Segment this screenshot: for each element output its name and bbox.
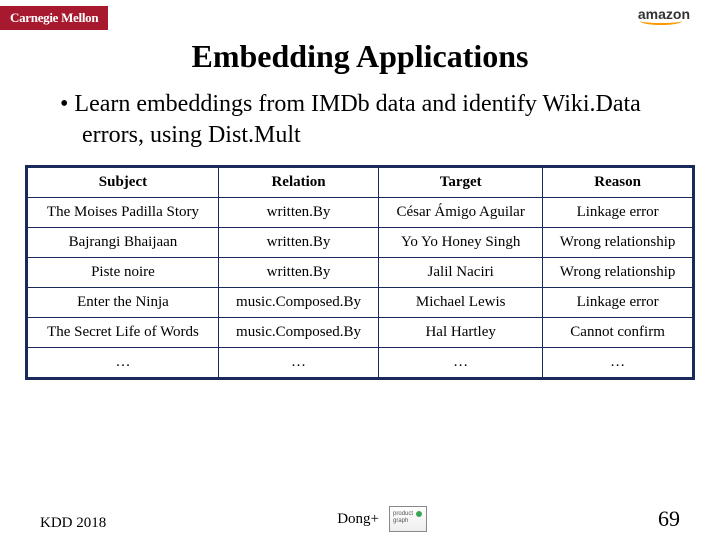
table-cell: Enter the Ninja [27, 288, 219, 318]
table-cell: … [218, 348, 378, 379]
footer-conference: KDD 2018 [40, 515, 106, 532]
table-cell: Linkage error [543, 288, 694, 318]
bullet-text: Learn embeddings from IMDb data and iden… [60, 89, 680, 151]
table-cell: written.By [218, 258, 378, 288]
amazon-logo: amazon [638, 6, 690, 22]
table-cell: … [379, 348, 543, 379]
table-row: Enter the Ninjamusic.Composed.ByMichael … [27, 288, 694, 318]
table-cell: Hal Hartley [379, 318, 543, 348]
table-cell: Linkage error [543, 198, 694, 228]
table-cell: Cannot confirm [543, 318, 694, 348]
col-subject: Subject [27, 167, 219, 198]
table-cell: Piste noire [27, 258, 219, 288]
cmu-logo: Carnegie Mellon [0, 6, 108, 30]
table-cell: music.Composed.By [218, 288, 378, 318]
table-cell: The Moises Padilla Story [27, 198, 219, 228]
footer-author: Dong+ [337, 511, 379, 528]
table-cell: Wrong relationship [543, 258, 694, 288]
table-cell: Yo Yo Honey Singh [379, 228, 543, 258]
col-reason: Reason [543, 167, 694, 198]
slide-title: Embedding Applications [0, 38, 720, 75]
table-cell: written.By [218, 228, 378, 258]
table-row: Piste noirewritten.ByJalil NaciriWrong r… [27, 258, 694, 288]
table-row: The Secret Life of Wordsmusic.Composed.B… [27, 318, 694, 348]
col-relation: Relation [218, 167, 378, 198]
table-cell: … [543, 348, 694, 379]
table-row: Bajrangi Bhaijaanwritten.ByYo Yo Honey S… [27, 228, 694, 258]
table-cell: Michael Lewis [379, 288, 543, 318]
table-cell: Jalil Naciri [379, 258, 543, 288]
table-row: ………… [27, 348, 694, 379]
product-graph-icon [389, 506, 427, 532]
results-table: Subject Relation Target Reason The Moise… [25, 165, 695, 380]
table-cell: music.Composed.By [218, 318, 378, 348]
table-cell: The Secret Life of Words [27, 318, 219, 348]
table-cell: Wrong relationship [543, 228, 694, 258]
page-number: 69 [658, 506, 680, 532]
table-row: The Moises Padilla Storywritten.ByCésar … [27, 198, 694, 228]
table-cell: César Ámigo Aguilar [379, 198, 543, 228]
table-cell: … [27, 348, 219, 379]
col-target: Target [379, 167, 543, 198]
table-cell: Bajrangi Bhaijaan [27, 228, 219, 258]
table-cell: written.By [218, 198, 378, 228]
